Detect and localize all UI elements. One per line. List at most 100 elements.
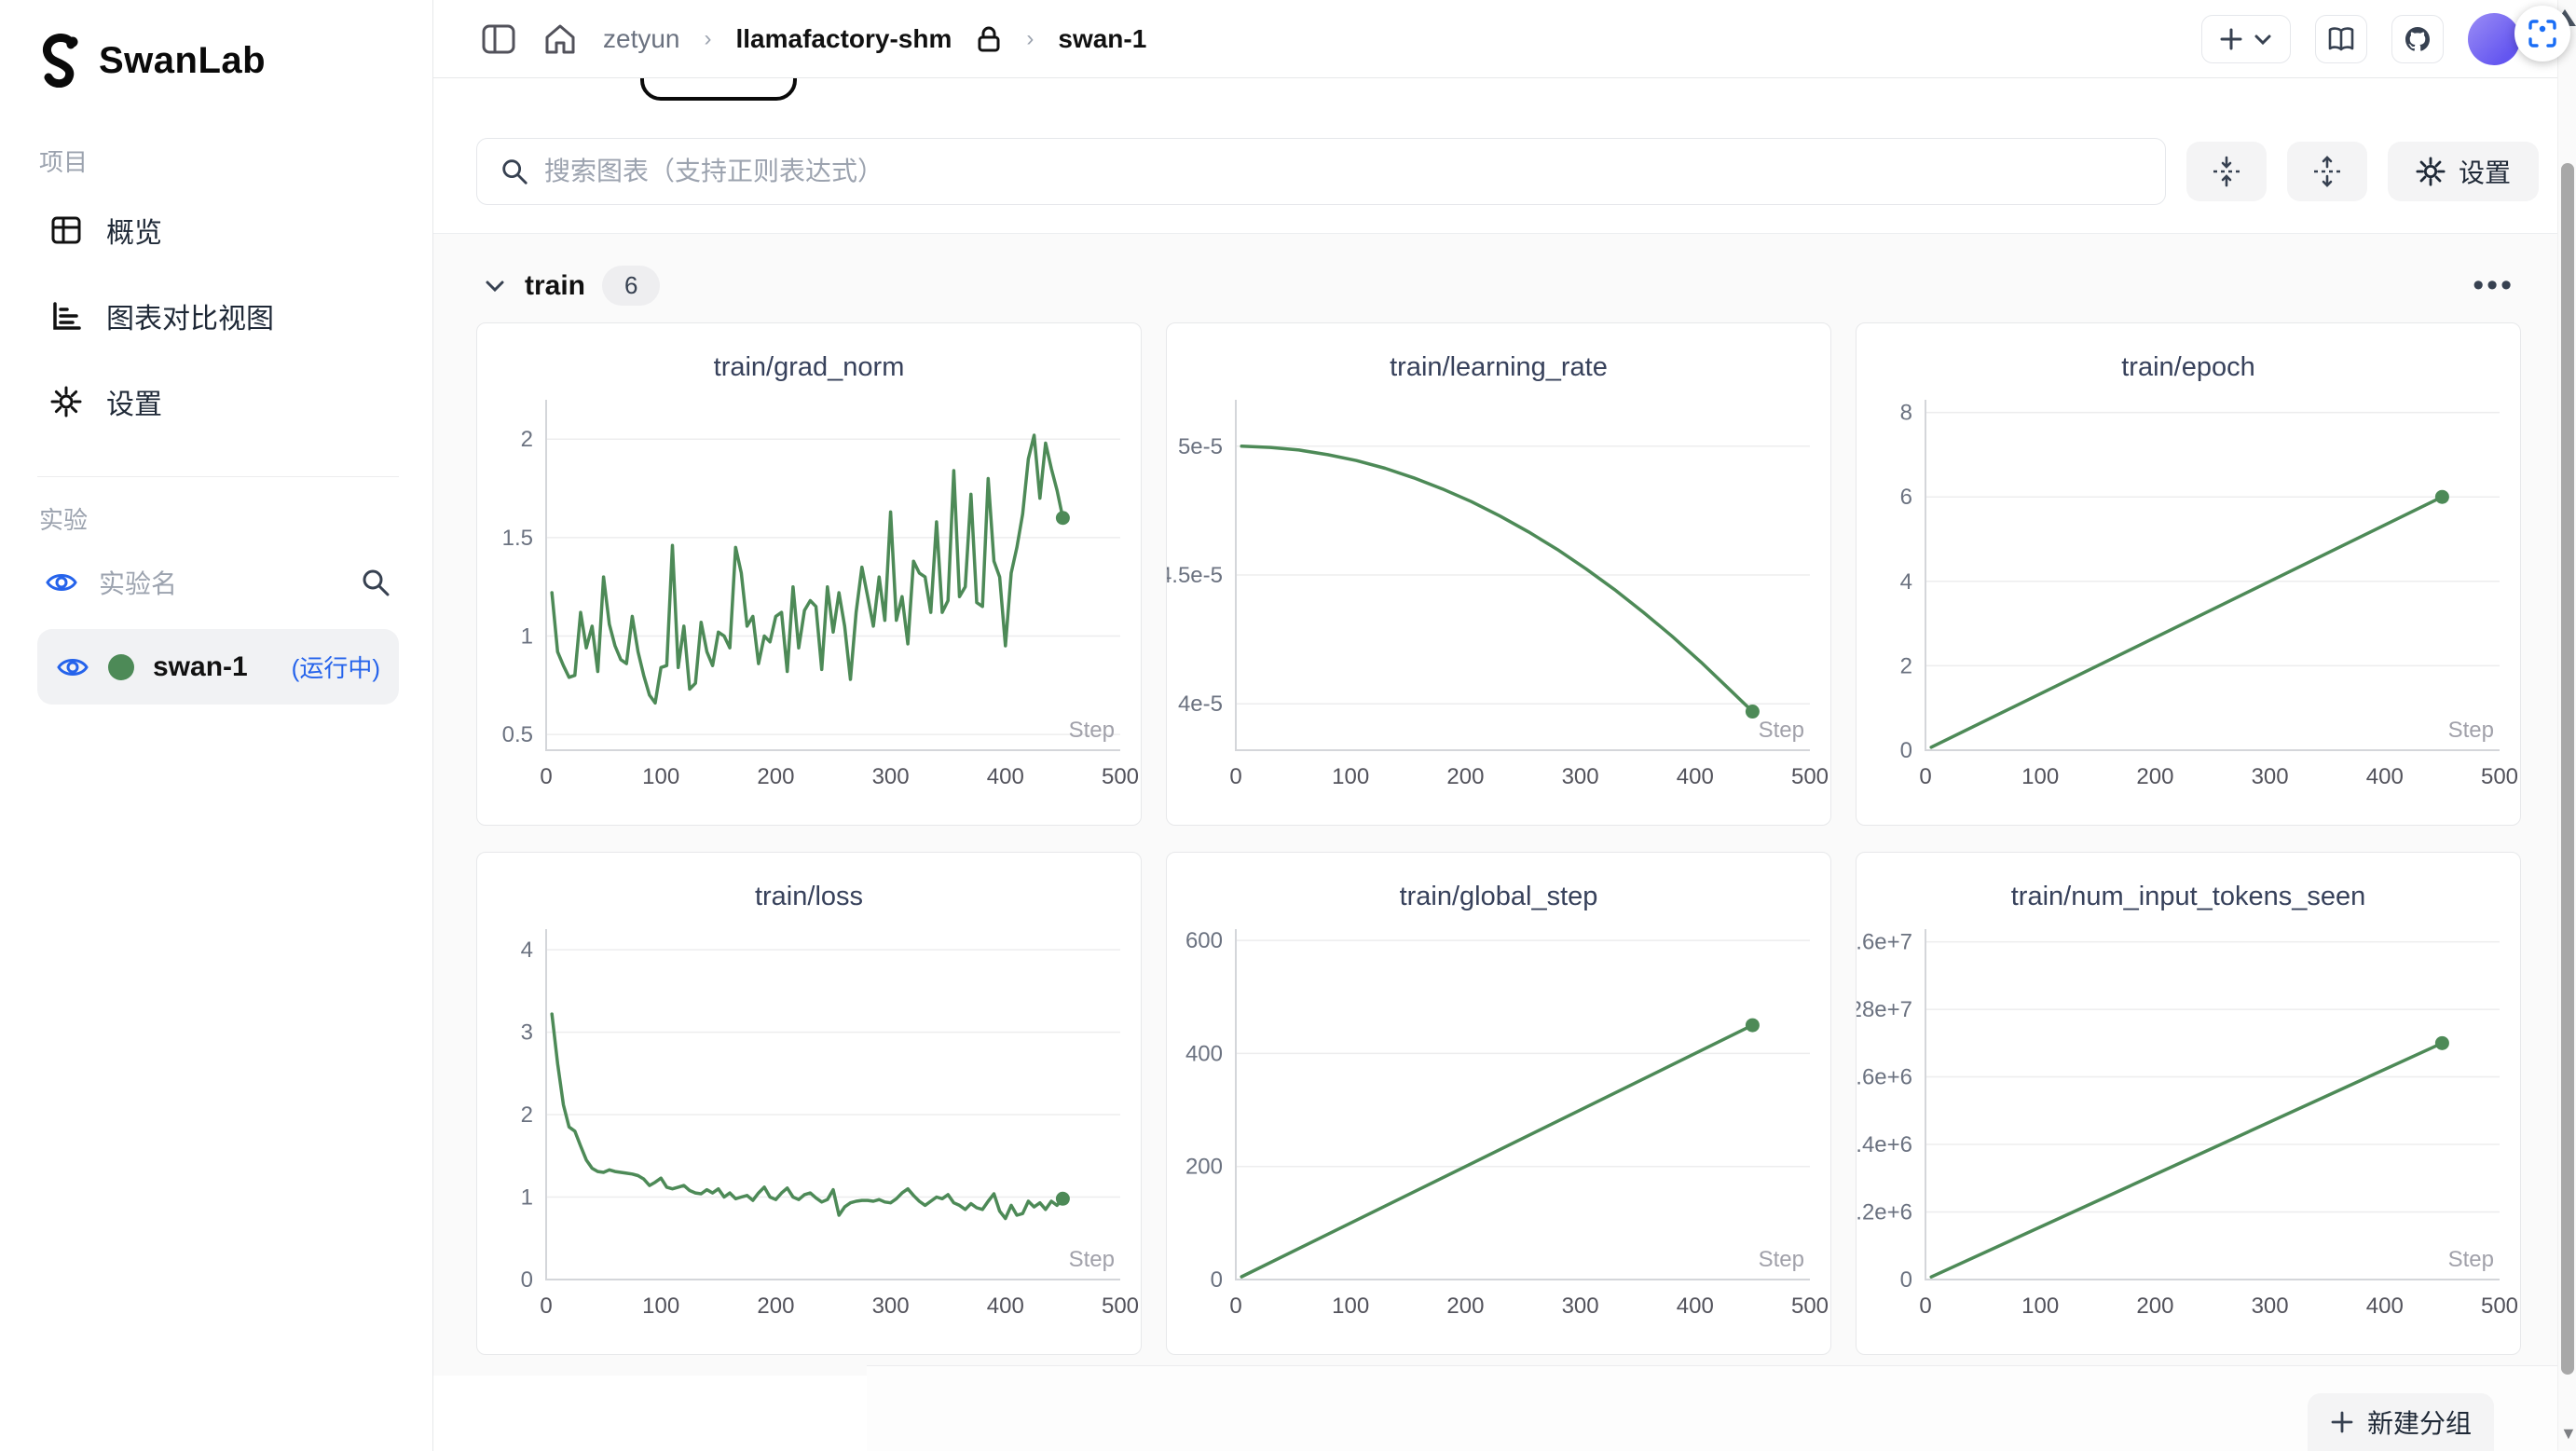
group-title: train bbox=[525, 270, 585, 302]
tab-system[interactable]: 系统 bbox=[849, 78, 961, 97]
y-tick-label: 4 bbox=[1900, 569, 1912, 595]
axes bbox=[1236, 929, 1810, 1280]
axes bbox=[1925, 400, 2500, 750]
axes bbox=[546, 929, 1120, 1280]
breadcrumb-run[interactable]: swan-1 bbox=[1058, 24, 1146, 54]
x-tick-label: 200 bbox=[1446, 1294, 1484, 1319]
chart-settings-button[interactable]: 设置 bbox=[2388, 142, 2539, 201]
chevron-down-icon[interactable] bbox=[482, 273, 508, 299]
grid-icon bbox=[50, 214, 82, 246]
y-tick-label: 600 bbox=[1185, 928, 1223, 953]
series-end-dot bbox=[1056, 1192, 1070, 1206]
chart-card[interactable]: train/learning_rate4e-54.5e-55e-50100200… bbox=[1166, 322, 1831, 826]
x-tick-label: 0 bbox=[1229, 1294, 1241, 1319]
new-group-button[interactable]: 新建分组 bbox=[2308, 1393, 2494, 1451]
tab-charts[interactable]: 图表 bbox=[640, 78, 797, 101]
chevron-right-icon: › bbox=[705, 26, 712, 52]
brand-name: SwanLab bbox=[99, 40, 266, 82]
app-root: SwanLab 项目 概览 图表对比视图 设置 实验 实验名 swan-1 (运… bbox=[0, 0, 2576, 1451]
series-end-dot bbox=[1056, 511, 1070, 525]
eye-icon[interactable] bbox=[45, 566, 78, 599]
chart-title: train/loss bbox=[477, 853, 1141, 914]
y-tick-label: 1 bbox=[521, 623, 533, 649]
tab-logs[interactable]: 日志 bbox=[1013, 78, 1125, 97]
sidebar-item-chart-compare[interactable]: 图表对比视图 bbox=[37, 273, 399, 359]
scrollbar-thumb[interactable] bbox=[2561, 163, 2574, 1375]
experiment-section-label: 实验 bbox=[39, 501, 399, 536]
breadcrumb-org[interactable]: zetyun bbox=[603, 24, 680, 54]
tab-label: 日志 bbox=[1063, 78, 1116, 82]
expand-all-button[interactable] bbox=[2287, 142, 2367, 201]
chart-search[interactable] bbox=[476, 138, 2166, 205]
y-tick-label: 1.5 bbox=[502, 526, 533, 551]
x-tick-label: 200 bbox=[2136, 1294, 2173, 1319]
eye-icon[interactable] bbox=[56, 650, 89, 684]
x-axis-label: Step bbox=[1759, 1247, 1804, 1272]
y-tick-label: 3.2e+6 bbox=[1857, 1200, 1912, 1225]
x-tick-label: 400 bbox=[987, 764, 1024, 789]
chart-title: train/epoch bbox=[1857, 323, 2520, 385]
chart-card[interactable]: train/global_step02004006000100200300400… bbox=[1166, 852, 1831, 1355]
y-tick-label: 0 bbox=[1211, 1267, 1223, 1293]
series-line bbox=[552, 1014, 1062, 1218]
user-avatar[interactable] bbox=[2468, 13, 2520, 65]
chart-toolbar: 设置 bbox=[433, 104, 2576, 234]
screenshot-capture-button[interactable] bbox=[2514, 6, 2570, 62]
x-tick-label: 300 bbox=[1562, 764, 1599, 789]
x-tick-label: 300 bbox=[2252, 1294, 2289, 1319]
x-tick-label: 100 bbox=[1332, 1294, 1369, 1319]
swanlab-logo-icon bbox=[37, 34, 86, 88]
chart-plot: 4e-54.5e-55e-50100200300400500Step bbox=[1167, 385, 1831, 817]
sidebar-toggle-icon[interactable] bbox=[480, 21, 517, 58]
group-header-train[interactable]: train 6 ••• bbox=[476, 249, 2539, 319]
x-tick-label: 200 bbox=[757, 1294, 794, 1319]
series-line bbox=[1241, 1025, 1752, 1277]
collapse-all-button[interactable] bbox=[2186, 142, 2267, 201]
tab-cards[interactable]: 卡片 bbox=[476, 78, 588, 97]
collapse-vertical-icon bbox=[2209, 154, 2244, 189]
x-tick-label: 400 bbox=[1677, 1294, 1714, 1319]
chart-search-input[interactable] bbox=[544, 157, 2143, 186]
sidebar-item-label: 概览 bbox=[106, 210, 162, 251]
chart-title: train/num_input_tokens_seen bbox=[1857, 853, 2520, 914]
vertical-scrollbar[interactable]: ▼ bbox=[2557, 0, 2576, 1451]
x-tick-label: 100 bbox=[642, 1294, 679, 1319]
brand[interactable]: SwanLab bbox=[37, 34, 399, 88]
bar-chart-icon bbox=[50, 300, 82, 332]
x-tick-label: 200 bbox=[1446, 764, 1484, 789]
x-tick-label: 500 bbox=[2481, 1294, 2518, 1319]
chart-card[interactable]: train/grad_norm0.511.520100200300400500S… bbox=[476, 322, 1142, 826]
chart-card[interactable]: train/num_input_tokens_seen03.2e+66.4e+6… bbox=[1856, 852, 2521, 1355]
x-tick-label: 500 bbox=[1102, 764, 1139, 789]
sidebar-item-overview[interactable]: 概览 bbox=[37, 187, 399, 273]
group-menu-icon[interactable]: ••• bbox=[2454, 267, 2533, 304]
scroll-down-icon[interactable]: ▼ bbox=[2560, 1424, 2575, 1444]
experiment-row-swan-1[interactable]: swan-1 (运行中) bbox=[37, 629, 399, 705]
breadcrumb-project[interactable]: llamafactory-shm bbox=[736, 24, 952, 54]
x-axis-label: Step bbox=[2448, 1247, 2494, 1272]
experiment-status-dot bbox=[108, 654, 134, 680]
docs-button[interactable] bbox=[2315, 15, 2367, 63]
chart-card[interactable]: train/epoch024680100200300400500Step bbox=[1856, 322, 2521, 826]
sidebar-item-label: 设置 bbox=[106, 381, 162, 422]
series-end-dot bbox=[2435, 1036, 2449, 1050]
y-tick-label: 9.6e+6 bbox=[1857, 1065, 1912, 1090]
experiment-filter-row[interactable]: 实验名 bbox=[37, 545, 399, 620]
sidebar-item-settings[interactable]: 设置 bbox=[37, 359, 399, 445]
chart-title: train/global_step bbox=[1167, 853, 1830, 914]
tab-environment[interactable]: 环境 bbox=[1177, 78, 1289, 97]
x-tick-label: 400 bbox=[2366, 764, 2404, 789]
series-end-dot bbox=[2435, 490, 2449, 504]
chart-plot: 0.511.520100200300400500Step bbox=[477, 385, 1142, 817]
chart-plot: 024680100200300400500Step bbox=[1857, 385, 2521, 817]
x-axis-label: Step bbox=[2448, 718, 2494, 743]
search-icon[interactable] bbox=[360, 567, 391, 598]
x-tick-label: 500 bbox=[1791, 1294, 1829, 1319]
y-tick-label: 2 bbox=[521, 1102, 533, 1128]
create-new-button[interactable] bbox=[2201, 15, 2291, 63]
x-tick-label: 100 bbox=[2021, 1294, 2059, 1319]
chart-card[interactable]: train/loss012340100200300400500Step bbox=[476, 852, 1142, 1355]
github-button[interactable] bbox=[2391, 15, 2444, 63]
search-icon bbox=[500, 157, 529, 186]
home-icon[interactable] bbox=[541, 21, 579, 58]
